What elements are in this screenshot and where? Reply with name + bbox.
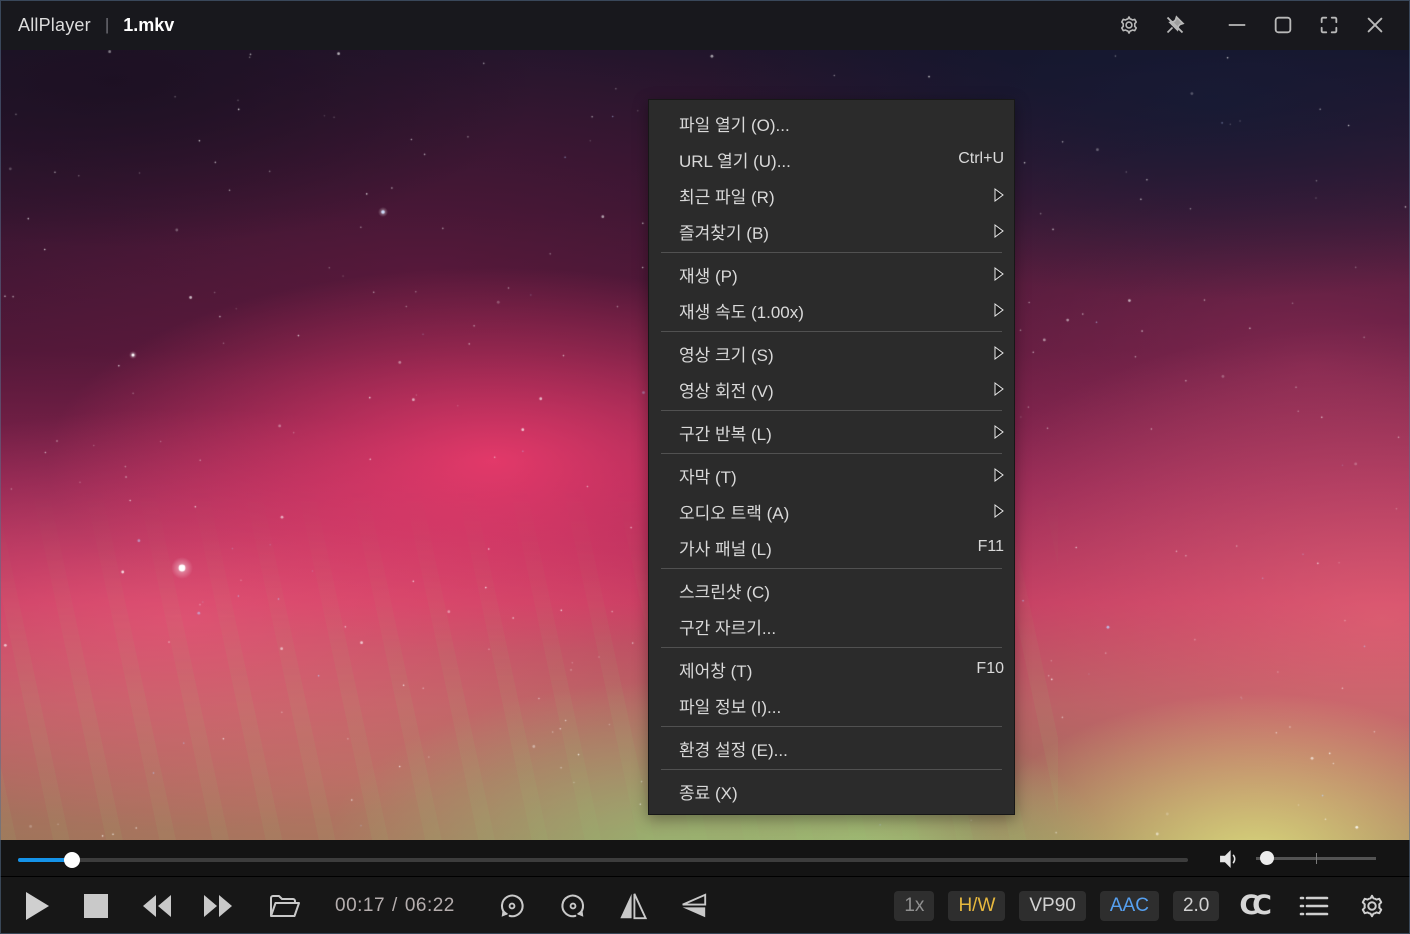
play-button[interactable]: [22, 890, 52, 922]
pin-off-icon[interactable]: [1163, 13, 1187, 37]
menu-separator: [661, 453, 1002, 454]
status-badge-20[interactable]: 2.0: [1173, 891, 1219, 921]
submenu-arrow-icon: [994, 224, 1004, 238]
title-bar: AllPlayer | 1.mkv: [0, 0, 1410, 50]
settings-gear-icon[interactable]: [1117, 13, 1141, 37]
menu-item-label: 가사 패널 (L): [679, 535, 978, 560]
menu-item-label: 영상 회전 (V): [679, 377, 994, 402]
status-badge-1x[interactable]: 1x: [894, 891, 934, 921]
menu-item[interactable]: 자막 (T): [649, 457, 1014, 493]
menu-item-label: 즐겨찾기 (B): [679, 219, 994, 244]
menu-item-label: 스크린샷 (C): [679, 578, 1004, 603]
volume-slider[interactable]: [1256, 857, 1376, 860]
menu-separator: [661, 331, 1002, 332]
menu-item-shortcut: Ctrl+U: [958, 150, 1004, 168]
menu-item[interactable]: 영상 크기 (S): [649, 335, 1014, 371]
rewind-button[interactable]: [140, 893, 174, 919]
menu-item[interactable]: URL 열기 (U)...Ctrl+U: [649, 141, 1014, 177]
menu-item[interactable]: 최근 파일 (R): [649, 177, 1014, 213]
control-bar: 00:17 / 06:22 1x H/W VP90 AAC 2.0: [0, 877, 1410, 934]
seek-bar[interactable]: [18, 858, 1188, 862]
seek-handle[interactable]: [64, 852, 80, 868]
menu-item[interactable]: 오디오 트랙 (A): [649, 493, 1014, 529]
total-duration: 06:22: [405, 895, 455, 917]
player-settings-gear-icon[interactable]: [1358, 892, 1386, 920]
menu-item-label: 종료 (X): [679, 779, 1004, 804]
submenu-arrow-icon: [994, 468, 1004, 482]
time-separator: /: [392, 895, 398, 917]
menu-item-label: 재생 속도 (1.00x): [679, 298, 994, 323]
menu-item-label: 오디오 트랙 (A): [679, 499, 994, 524]
volume-center-tick: [1316, 853, 1317, 864]
menu-separator: [661, 568, 1002, 569]
current-file-name: 1.mkv: [123, 15, 174, 36]
playlist-icon[interactable]: [1298, 893, 1330, 919]
status-badge-vp90[interactable]: VP90: [1019, 891, 1085, 921]
menu-item[interactable]: 영상 회전 (V): [649, 371, 1014, 407]
menu-item-label: URL 열기 (U)...: [679, 147, 958, 172]
menu-separator: [661, 252, 1002, 253]
flip-vertical-icon[interactable]: [678, 891, 708, 921]
app-name: AllPlayer: [18, 15, 91, 36]
current-time: 00:17: [335, 895, 385, 917]
menu-item[interactable]: 즐겨찾기 (B): [649, 213, 1014, 249]
menu-item[interactable]: 구간 반복 (L): [649, 414, 1014, 450]
submenu-arrow-icon: [994, 303, 1004, 317]
volume-handle[interactable]: [1260, 851, 1274, 865]
menu-item[interactable]: 파일 열기 (O)...: [649, 105, 1014, 141]
menu-item[interactable]: 재생 (P): [649, 256, 1014, 292]
menu-item-label: 파일 정보 (I)...: [679, 693, 1004, 718]
flip-horizontal-icon[interactable]: [618, 891, 648, 921]
context-menu: 파일 열기 (O)... URL 열기 (U)...Ctrl+U 최근 파일 (R)…: [648, 99, 1015, 815]
status-badge-hw[interactable]: H/W: [948, 891, 1005, 921]
menu-item[interactable]: 구간 자르기...: [649, 608, 1014, 644]
menu-item[interactable]: 재생 속도 (1.00x): [649, 292, 1014, 328]
menu-separator: [661, 769, 1002, 770]
window-title: AllPlayer | 1.mkv: [0, 15, 174, 36]
menu-item-shortcut: F11: [978, 538, 1004, 556]
close-icon[interactable]: [1363, 13, 1387, 37]
submenu-arrow-icon: [994, 346, 1004, 360]
menu-separator: [661, 410, 1002, 411]
menu-item[interactable]: 가사 패널 (L)F11: [649, 529, 1014, 565]
fast-forward-button[interactable]: [201, 893, 235, 919]
stop-button[interactable]: [82, 892, 110, 920]
menu-item-label: 제어창 (T): [679, 657, 976, 682]
menu-separator: [661, 647, 1002, 648]
menu-item-label: 최근 파일 (R): [679, 183, 994, 208]
menu-item[interactable]: 스크린샷 (C): [649, 572, 1014, 608]
menu-item-label: 환경 설정 (E)...: [679, 736, 1004, 761]
volume-icon[interactable]: [1216, 846, 1242, 872]
rotate-cw-icon[interactable]: [558, 891, 588, 921]
fullscreen-icon[interactable]: [1317, 13, 1341, 37]
submenu-arrow-icon: [994, 188, 1004, 202]
time-display: 00:17 / 06:22: [335, 895, 455, 917]
menu-item[interactable]: 파일 정보 (I)...: [649, 687, 1014, 723]
menu-item[interactable]: 환경 설정 (E)...: [649, 730, 1014, 766]
menu-separator: [661, 726, 1002, 727]
maximize-icon[interactable]: [1271, 13, 1295, 37]
submenu-arrow-icon: [994, 425, 1004, 439]
menu-item-label: 재생 (P): [679, 262, 994, 287]
menu-item-label: 구간 반복 (L): [679, 420, 994, 445]
menu-item[interactable]: 종료 (X): [649, 773, 1014, 809]
minimize-icon[interactable]: [1225, 13, 1249, 37]
submenu-arrow-icon: [994, 267, 1004, 281]
seek-row: [0, 840, 1410, 877]
rotate-ccw-icon[interactable]: [497, 891, 527, 921]
submenu-arrow-icon: [994, 382, 1004, 396]
title-divider: |: [105, 15, 109, 35]
open-file-icon[interactable]: [267, 892, 301, 920]
menu-item-label: 자막 (T): [679, 463, 994, 488]
menu-item-shortcut: F10: [976, 660, 1004, 678]
menu-item-label: 구간 자르기...: [679, 614, 1004, 639]
subtitles-cc-icon[interactable]: CC: [1239, 890, 1272, 921]
menu-item-label: 파일 열기 (O)...: [679, 111, 1004, 136]
submenu-arrow-icon: [994, 504, 1004, 518]
status-badge-aac[interactable]: AAC: [1100, 891, 1159, 921]
menu-item-label: 영상 크기 (S): [679, 341, 994, 366]
menu-item[interactable]: 제어창 (T)F10: [649, 651, 1014, 687]
